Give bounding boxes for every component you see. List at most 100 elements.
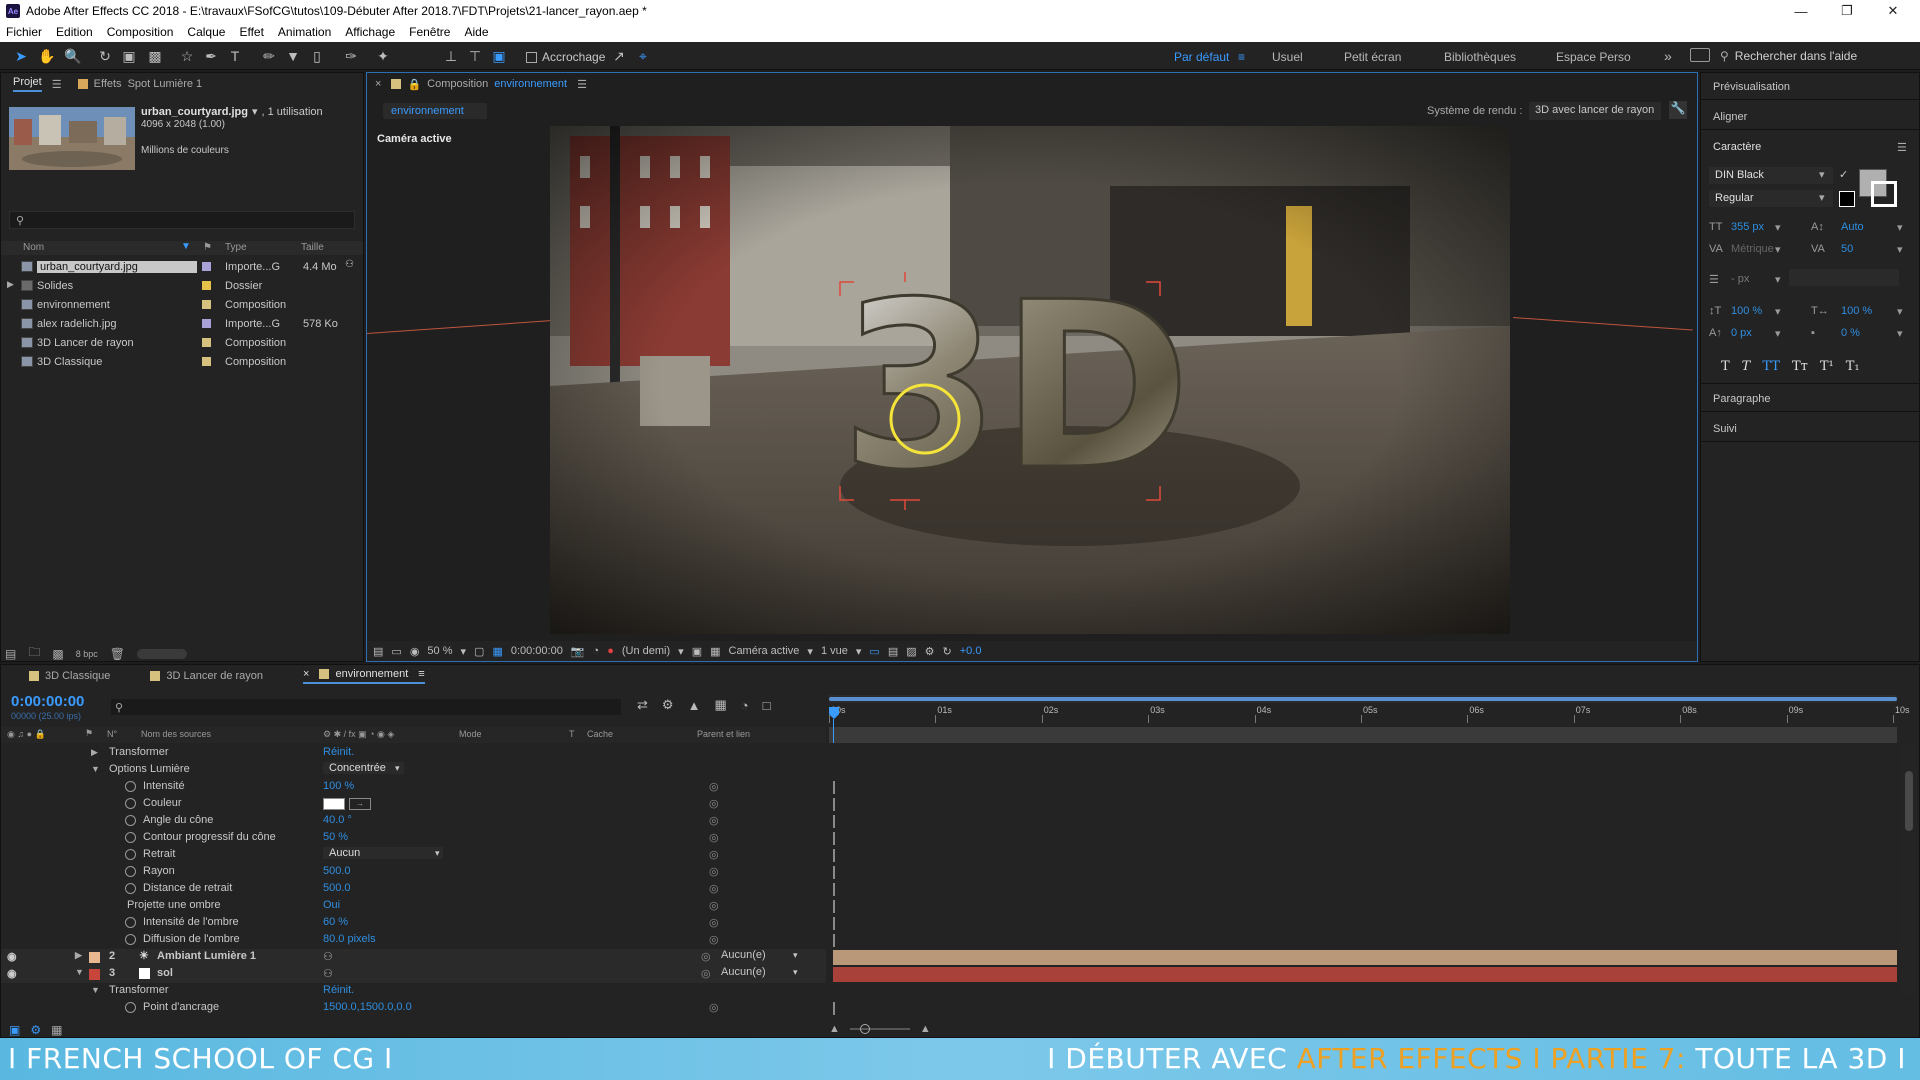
preview-panel-header[interactable]: Prévisualisation	[1713, 81, 1790, 93]
local-axis-icon[interactable]: ⊥	[442, 47, 460, 65]
menu-composition[interactable]: Composition	[107, 25, 174, 39]
baseline-shift-value[interactable]: 0 px	[1731, 327, 1752, 339]
view-layout-select[interactable]: 1 vue	[821, 645, 848, 657]
property-value[interactable]: 100 %	[323, 780, 354, 792]
parent-select[interactable]: Aucun(e)	[717, 949, 803, 964]
layer-duration-bar[interactable]	[833, 950, 1897, 965]
close-icon[interactable]: ✕	[1870, 0, 1916, 22]
chevron-down-icon[interactable]: ▾	[395, 763, 400, 774]
label-color-chip[interactable]	[202, 262, 211, 271]
toggle-pixel-aspect-icon[interactable]: ▭	[869, 645, 879, 658]
menu-fichier[interactable]: Fichier	[6, 25, 42, 39]
reset-exposure-icon[interactable]: ↻	[943, 645, 952, 658]
roto-brush-tool-icon[interactable]: ✑	[342, 47, 360, 65]
new-composition-icon[interactable]: ▩	[52, 647, 63, 661]
label-color-chip[interactable]	[89, 969, 100, 980]
lock-icon[interactable]: 🔒	[407, 78, 421, 91]
column-type[interactable]: Type	[225, 242, 247, 253]
text-tool-icon[interactable]: T	[226, 47, 244, 65]
layer-duration-bar[interactable]	[833, 967, 1897, 982]
stopwatch-icon[interactable]	[125, 781, 136, 792]
chevron-down-icon[interactable]: ▾	[1897, 221, 1903, 234]
current-time[interactable]: 0:00:00:00	[511, 645, 563, 657]
parent-pick-whip-icon[interactable]: ◎	[701, 967, 711, 980]
stroke-width-value[interactable]: - px	[1731, 273, 1749, 285]
reset-link[interactable]: Réinit.	[323, 984, 354, 996]
property-value[interactable]: 500.0	[323, 865, 351, 877]
snapping-toggle[interactable]: Accrochage	[526, 50, 605, 64]
motion-blur-icon[interactable]: ◔	[741, 698, 749, 713]
restore-icon[interactable]: ❐	[1824, 0, 1870, 22]
property-group[interactable]: ▼ Transformer Réinit.	[1, 983, 826, 1000]
layer-property[interactable]: Intensité 100 % ◎	[1, 779, 826, 796]
mask-visibility-icon[interactable]: ◉	[410, 645, 420, 658]
chevron-down-icon[interactable]: ▾	[1775, 305, 1781, 318]
label-color-chip[interactable]	[202, 338, 211, 347]
property-group[interactable]: ▶ Transformer Réinit.	[1, 745, 826, 762]
label-color-chip[interactable]	[202, 300, 211, 309]
text-style-button-4[interactable]: T¹	[1820, 359, 1834, 374]
stopwatch-icon[interactable]	[125, 815, 136, 826]
expanded-arrow-icon[interactable]: ▼	[91, 764, 100, 774]
chevron-down-icon[interactable]: ▾	[1819, 168, 1825, 181]
light-type-select[interactable]: Concentrée	[323, 762, 404, 774]
stopwatch-icon[interactable]	[125, 883, 136, 894]
interpret-footage-icon[interactable]: ▤	[5, 647, 16, 661]
toggle-transfer-controls-icon[interactable]: ⚙	[30, 1023, 41, 1037]
hide-shy-layers-icon[interactable]: ▲	[688, 698, 701, 713]
exposure-value[interactable]: +0.0	[960, 645, 982, 657]
text-style-button-0[interactable]: T	[1721, 359, 1730, 374]
layer-property[interactable]: Intensité de l'ombre 60 % ◎	[1, 915, 826, 932]
project-item[interactable]: alex radelich.jpg Importe...G 578 Ko	[1, 314, 357, 333]
black-swatch[interactable]	[1839, 191, 1855, 207]
composition-viewer[interactable]: 3D	[550, 126, 1510, 634]
menu-calque[interactable]: Calque	[187, 25, 225, 39]
camera-select[interactable]: Caméra active	[729, 645, 800, 657]
brush-tool-icon[interactable]: ✏	[260, 47, 278, 65]
rotate-tool-icon[interactable]: ↻	[96, 47, 114, 65]
stopwatch-icon[interactable]	[125, 1002, 136, 1013]
text-style-button-5[interactable]: T₁	[1846, 359, 1860, 374]
chevron-down-icon[interactable]: ▾	[678, 645, 684, 658]
color-channels-icon[interactable]: ●	[607, 645, 614, 657]
visibility-eye-icon[interactable]: ◉	[7, 950, 17, 963]
menu-edition[interactable]: Edition	[56, 25, 93, 39]
timeline-scrollbar[interactable]	[1901, 745, 1917, 995]
chevron-down-icon[interactable]: ▾	[793, 967, 798, 978]
chevron-down-icon[interactable]: ▾	[1775, 327, 1781, 340]
property-value[interactable]: 1500.0,1500.0,0.0	[323, 1001, 412, 1013]
layer-property[interactable]: Diffusion de l'ombre 80.0 pixels ◎	[1, 932, 826, 949]
timeline-timecode[interactable]: 0:00:00:00	[11, 693, 84, 710]
breadcrumb[interactable]: environnement	[383, 103, 487, 119]
help-search[interactable]: ⚲ Rechercher dans l'aide	[1720, 47, 1916, 65]
chevron-down-icon[interactable]: ▾	[793, 950, 798, 961]
parent-select[interactable]: Aucun(e)	[717, 966, 803, 981]
flowchart-icon[interactable]: ⚇	[345, 259, 354, 270]
eraser-tool-icon[interactable]: ▯	[308, 47, 326, 65]
character-panel-header[interactable]: Caractère	[1713, 141, 1761, 153]
chevron-down-icon[interactable]: ▾	[1819, 191, 1825, 204]
minimize-icon[interactable]: —	[1778, 0, 1824, 22]
footage-dropdown-icon[interactable]: ▾	[252, 105, 258, 118]
font-family-select[interactable]: DIN Black	[1709, 167, 1833, 184]
stopwatch-icon[interactable]	[125, 917, 136, 928]
chevron-down-icon[interactable]: ▾	[1897, 305, 1903, 318]
bit-depth[interactable]: 8 bpc	[76, 649, 98, 659]
draft-3d-icon[interactable]: ⚙	[662, 697, 674, 713]
snapshot-camera-icon[interactable]: 📷	[571, 645, 585, 658]
text-style-button-2[interactable]: TT	[1762, 359, 1780, 374]
property-value[interactable]: 60 %	[323, 916, 348, 928]
camera-tool-icon[interactable]: ▣	[120, 47, 138, 65]
sort-icon[interactable]: ▼	[181, 241, 191, 252]
expression-pick-whip-icon[interactable]: ◎	[709, 780, 719, 793]
panel-menu-icon[interactable]: ☰	[1897, 141, 1907, 154]
paragraph-panel-header[interactable]: Paragraphe	[1713, 393, 1771, 405]
expression-pick-whip-icon[interactable]: ◎	[709, 797, 719, 810]
label-color-chip[interactable]	[89, 952, 100, 963]
workspace-0[interactable]: Par défaut	[1174, 50, 1229, 64]
project-item[interactable]: 3D Lancer de rayon Composition	[1, 333, 357, 352]
layer-row[interactable]: ◉ ▼ 3 sol ⚇ ◎ Aucun(e) ▾	[1, 966, 826, 983]
project-item[interactable]: ▶ Solides Dossier	[1, 276, 357, 295]
panel-menu-icon[interactable]: ≡	[418, 668, 424, 680]
tracker-panel-header[interactable]: Suivi	[1713, 423, 1737, 435]
